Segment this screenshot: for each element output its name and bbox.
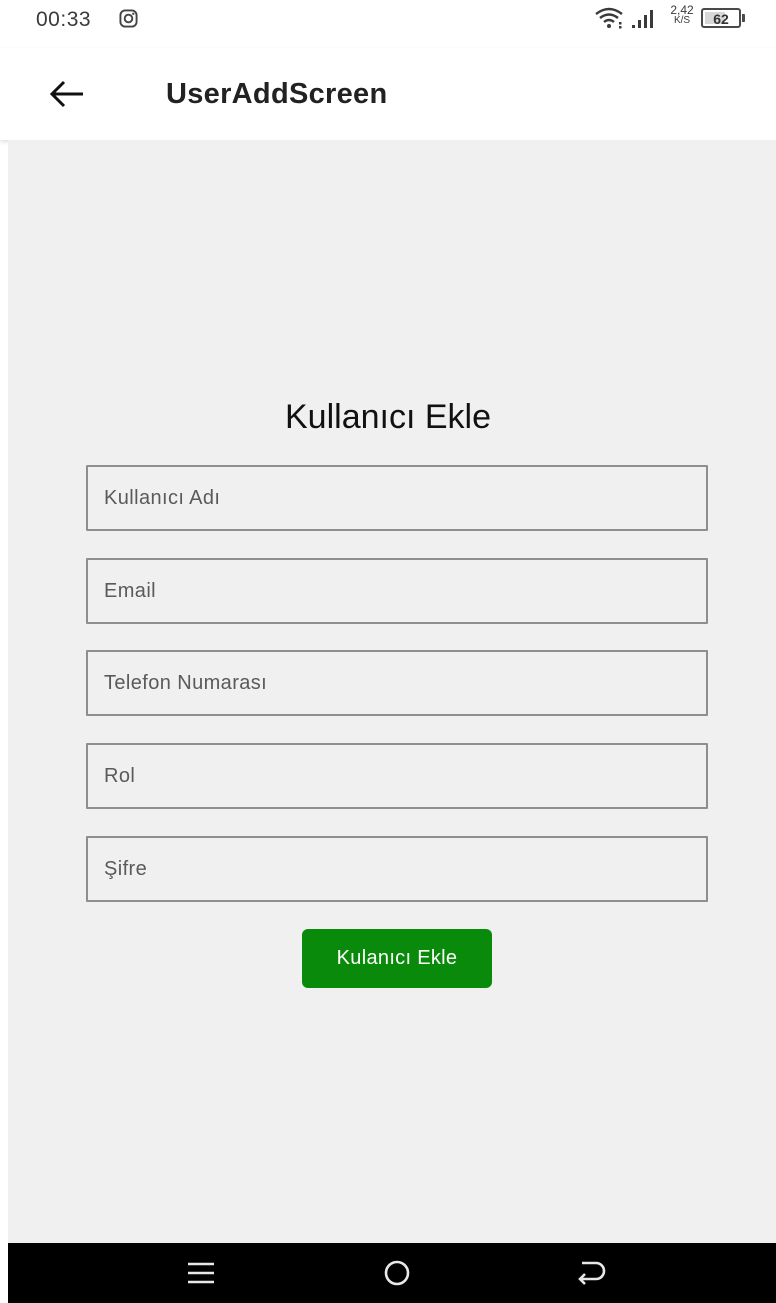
- status-time: 00:33: [36, 8, 92, 31]
- email-input[interactable]: [86, 558, 708, 624]
- status-bar: 00:33 2,42 K/S 62: [0, 0, 776, 48]
- signal-icon: [632, 10, 653, 28]
- battery-tip: [742, 14, 745, 22]
- add-user-button[interactable]: Kulanıcı Ekle: [302, 929, 492, 988]
- battery-icon: 62: [701, 8, 745, 28]
- network-speed-unit: K/S: [673, 15, 691, 26]
- back-button[interactable]: [40, 72, 94, 116]
- phone-input[interactable]: [86, 650, 708, 716]
- network-speed: 2,42 K/S: [667, 4, 697, 32]
- home-icon[interactable]: [382, 1258, 412, 1288]
- form-title: Kullanıcı Ekle: [285, 398, 491, 436]
- page-title: UserAddScreen: [166, 78, 388, 110]
- battery-level: 62: [713, 11, 729, 27]
- password-input[interactable]: [86, 836, 708, 902]
- username-input[interactable]: [86, 465, 708, 531]
- instagram-icon: [119, 9, 138, 28]
- form-container: Kullanıcı Ekle Kulanıcı Ekle: [8, 140, 776, 1243]
- role-input[interactable]: [86, 743, 708, 809]
- wifi-icon: [595, 7, 623, 29]
- arrow-left-icon: [49, 80, 83, 108]
- battery-body: 62: [701, 8, 741, 28]
- system-nav-bar: [8, 1243, 776, 1303]
- app-bar: UserAddScreen: [0, 48, 776, 140]
- menu-icon[interactable]: [186, 1260, 216, 1286]
- back-icon[interactable]: [576, 1257, 608, 1287]
